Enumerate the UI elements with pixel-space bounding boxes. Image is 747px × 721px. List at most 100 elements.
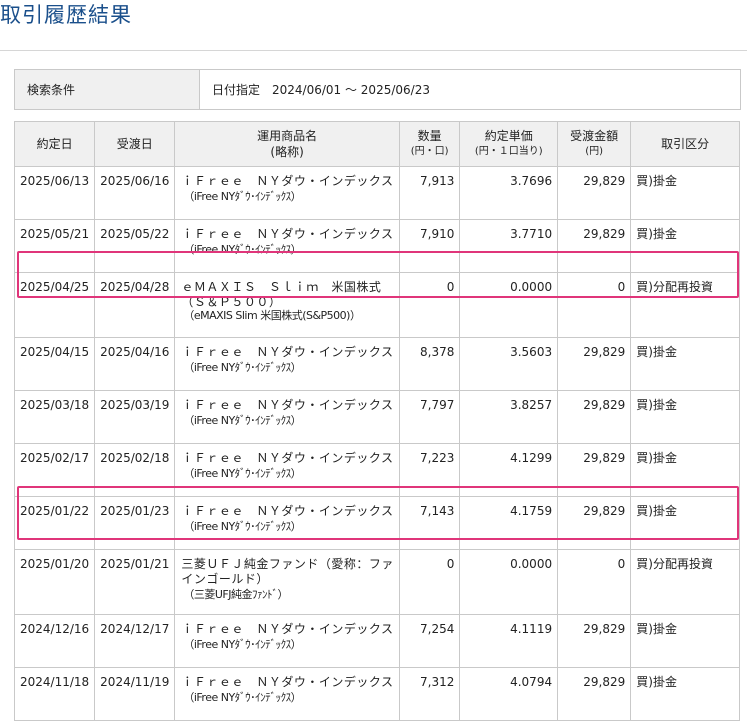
- quantity-cell: 0: [398, 549, 461, 615]
- product-name-cell: ｉＦｒｅｅ ＮＹダウ・インデックス （iFree NYﾀﾞｳ･ｲﾝﾃﾞｯｸｽ）: [174, 337, 400, 391]
- quantity-cell: 7,312: [398, 667, 461, 721]
- product-short-name: （iFree NYﾀﾞｳ･ｲﾝﾃﾞｯｸｽ）: [183, 691, 302, 704]
- amount-cell: 29,829: [557, 667, 632, 721]
- trade-type-cell: 買)掛金: [630, 390, 740, 444]
- product-name-cell: ｉＦｒｅｅ ＮＹダウ・インデックス （iFree NYﾀﾞｳ･ｲﾝﾃﾞｯｸｽ）: [174, 390, 400, 444]
- quantity-cell: 7,797: [398, 390, 461, 444]
- quantity-cell: 0: [398, 272, 461, 338]
- product-name-cell: ｉＦｒｅｅ ＮＹダウ・インデックス （iFree NYﾀﾞｳ･ｲﾝﾃﾞｯｸｽ）: [174, 219, 400, 273]
- unit-price-cell: 3.7696: [459, 166, 559, 220]
- product-name-cell: ｉＦｒｅｅ ＮＹダウ・インデックス （iFree NYﾀﾞｳ･ｲﾝﾃﾞｯｸｽ）: [174, 443, 400, 497]
- amount-cell: 29,829: [557, 390, 632, 444]
- product-short-name: （iFree NYﾀﾞｳ･ｲﾝﾃﾞｯｸｽ）: [183, 243, 302, 256]
- unit-price-cell: 4.0794: [459, 667, 559, 721]
- trade-date-cell: 2025/03/18: [13, 390, 96, 444]
- product-name: ｉＦｒｅｅ ＮＹダウ・インデックス: [181, 675, 394, 689]
- table-row: 2025/06/13 2025/06/16 ｉＦｒｅｅ ＮＹダウ・インデックス …: [13, 166, 740, 220]
- table-row: 2025/04/15 2025/04/16 ｉＦｒｅｅ ＮＹダウ・インデックス …: [13, 337, 740, 391]
- title-divider: [0, 50, 747, 51]
- table-row: 2025/02/17 2025/02/18 ｉＦｒｅｅ ＮＹダウ・インデックス …: [13, 443, 740, 497]
- product-name-cell: ｉＦｒｅｅ ＮＹダウ・インデックス （iFree NYﾀﾞｳ･ｲﾝﾃﾞｯｸｽ）: [174, 614, 400, 668]
- amount-cell: 0: [557, 549, 632, 615]
- amount-cell: 29,829: [557, 166, 632, 220]
- trade-date-cell: 2025/06/13: [13, 166, 96, 220]
- unit-price-cell: 3.5603: [459, 337, 559, 391]
- trade-date-cell: 2025/02/17: [13, 443, 96, 497]
- product-name-cell: 三菱ＵＦＪ純金ファンド（愛称：ファ インゴールド） （三菱UFJ純金ﾌｧﾝﾄﾞ）: [174, 549, 400, 615]
- product-name: ｉＦｒｅｅ ＮＹダウ・インデックス: [181, 398, 394, 412]
- unit-price-cell: 3.7710: [459, 219, 559, 273]
- header-amount: 受渡金額 (円): [557, 121, 632, 167]
- product-name-cell: ｅＭＡＸＩＳ Ｓｌｉｍ 米国株式 （Ｓ＆Ｐ５００） （eMAXIS Slim 米…: [174, 272, 400, 338]
- amount-cell: 29,829: [557, 443, 632, 497]
- product-name-cell: ｉＦｒｅｅ ＮＹダウ・インデックス （iFree NYﾀﾞｳ･ｲﾝﾃﾞｯｸｽ）: [174, 496, 400, 550]
- amount-cell: 29,829: [557, 614, 632, 668]
- settle-date-cell: 2025/01/21: [94, 549, 176, 615]
- amount-cell: 0: [557, 272, 632, 338]
- search-conditions-label: 検索条件: [14, 69, 200, 110]
- product-short-name: （三菱UFJ純金ﾌｧﾝﾄﾞ）: [183, 588, 288, 601]
- header-unit-price-line2: (円・１口当り): [474, 146, 543, 157]
- trade-type-cell: 買)掛金: [630, 667, 740, 721]
- quantity-cell: 7,254: [398, 614, 461, 668]
- header-quantity-line2: (円・口): [410, 146, 449, 157]
- trade-type-cell: 買)分配再投資: [630, 272, 740, 338]
- trade-type-cell: 買)掛金: [630, 496, 740, 550]
- header-amount-line2: (円): [585, 146, 604, 157]
- trade-type-cell: 買)掛金: [630, 219, 740, 273]
- header-unit-price: 約定単価 (円・１口当り): [459, 121, 559, 167]
- unit-price-cell: 4.1119: [459, 614, 559, 668]
- header-unit-price-line1: 約定単価: [484, 129, 533, 143]
- header-quantity: 数量 (円・口): [398, 121, 461, 167]
- product-name: ｉＦｒｅｅ ＮＹダウ・インデックス: [181, 174, 394, 188]
- trade-type-cell: 買)掛金: [630, 337, 740, 391]
- trade-date-cell: 2025/05/21: [13, 219, 96, 273]
- product-name: ｉＦｒｅｅ ＮＹダウ・インデックス: [181, 227, 394, 241]
- search-conditions-table: 検索条件 日付指定 2024/06/01 〜 2025/06/23: [14, 69, 741, 110]
- search-conditions-row: 検索条件 日付指定 2024/06/01 〜 2025/06/23: [14, 69, 741, 110]
- product-name-cell: ｉＦｒｅｅ ＮＹダウ・インデックス （iFree NYﾀﾞｳ･ｲﾝﾃﾞｯｸｽ）: [174, 667, 400, 721]
- settle-date-cell: 2025/04/16: [94, 337, 176, 391]
- quantity-cell: 7,913: [398, 166, 461, 220]
- trade-history-table: 約定日 受渡日 運用商品名 (略称) 数量 (円・口) 約定単価 (円・１口当り…: [13, 121, 740, 721]
- product-short-name: （iFree NYﾀﾞｳ･ｲﾝﾃﾞｯｸｽ）: [183, 638, 302, 651]
- trade-type-cell: 買)掛金: [630, 443, 740, 497]
- product-short-name: （eMAXIS Slim 米国株式(S&P500)）: [183, 309, 361, 322]
- product-short-name: （iFree NYﾀﾞｳ･ｲﾝﾃﾞｯｸｽ）: [183, 467, 302, 480]
- product-name: 三菱ＵＦＪ純金ファンド（愛称：ファ: [181, 557, 394, 571]
- unit-price-cell: 0.0000: [459, 549, 559, 615]
- table-row: 2025/04/25 2025/04/28 ｅＭＡＸＩＳ Ｓｌｉｍ 米国株式 （…: [13, 272, 740, 338]
- settle-date-cell: 2025/03/19: [94, 390, 176, 444]
- settle-date-cell: 2025/02/18: [94, 443, 176, 497]
- product-name: ｉＦｒｅｅ ＮＹダウ・インデックス: [181, 504, 394, 518]
- unit-price-cell: 4.1299: [459, 443, 559, 497]
- settle-date-cell: 2024/11/19: [94, 667, 176, 721]
- table-row: 2025/01/20 2025/01/21 三菱ＵＦＪ純金ファンド（愛称：ファ …: [13, 549, 740, 615]
- table-row: 2024/12/16 2024/12/17 ｉＦｒｅｅ ＮＹダウ・インデックス …: [13, 614, 740, 668]
- unit-price-cell: 4.1759: [459, 496, 559, 550]
- product-name-line2: インゴールド）: [181, 572, 269, 586]
- header-settle-date: 受渡日: [94, 121, 176, 167]
- table-row: 2024/11/18 2024/11/19 ｉＦｒｅｅ ＮＹダウ・インデックス …: [13, 667, 740, 721]
- product-name-cell: ｉＦｒｅｅ ＮＹダウ・インデックス （iFree NYﾀﾞｳ･ｲﾝﾃﾞｯｸｽ）: [174, 166, 400, 220]
- product-short-name: （iFree NYﾀﾞｳ･ｲﾝﾃﾞｯｸｽ）: [183, 520, 302, 533]
- table-row: 2025/03/18 2025/03/19 ｉＦｒｅｅ ＮＹダウ・インデックス …: [13, 390, 740, 444]
- settle-date-cell: 2025/04/28: [94, 272, 176, 338]
- trade-date-cell: 2024/11/18: [13, 667, 96, 721]
- settle-date-cell: 2025/05/22: [94, 219, 176, 273]
- search-conditions-value: 日付指定 2024/06/01 〜 2025/06/23: [199, 69, 741, 110]
- header-product-name-line1: 運用商品名: [257, 129, 318, 143]
- trade-date-cell: 2025/04/25: [13, 272, 96, 338]
- product-name: ｉＦｒｅｅ ＮＹダウ・インデックス: [181, 345, 394, 359]
- trade-date-cell: 2025/01/22: [13, 496, 96, 550]
- settle-date-cell: 2025/06/16: [94, 166, 176, 220]
- product-short-name: （iFree NYﾀﾞｳ･ｲﾝﾃﾞｯｸｽ）: [183, 361, 302, 374]
- unit-price-cell: 3.8257: [459, 390, 559, 444]
- quantity-cell: 7,910: [398, 219, 461, 273]
- table-row: 2025/01/22 2025/01/23 ｉＦｒｅｅ ＮＹダウ・インデックス …: [13, 496, 740, 550]
- table-row: 2025/05/21 2025/05/22 ｉＦｒｅｅ ＮＹダウ・インデックス …: [13, 219, 740, 273]
- header-product-name-line2: (略称): [270, 145, 304, 159]
- unit-price-cell: 0.0000: [459, 272, 559, 338]
- quantity-cell: 8,378: [398, 337, 461, 391]
- header-product-name: 運用商品名 (略称): [174, 121, 400, 167]
